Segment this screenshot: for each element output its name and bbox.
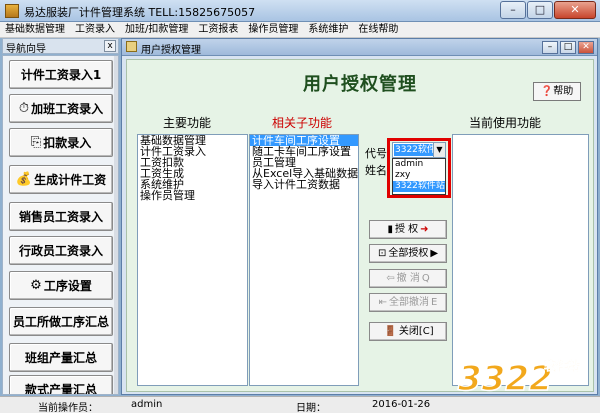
grant-icon: ▮ bbox=[387, 224, 393, 235]
nav-piece-wage-entry-button[interactable]: 计件工资录入1 bbox=[9, 60, 113, 89]
list-item[interactable]: 导入计件工资数据 bbox=[250, 179, 358, 190]
copy-icon: ⎘ bbox=[30, 135, 42, 150]
menu-operator[interactable]: 操作员管理 bbox=[243, 22, 303, 37]
app-icon bbox=[5, 4, 19, 18]
nav-style-output-summary-button[interactable]: 款式产量汇总 bbox=[9, 375, 113, 394]
main-functions-header: 主要功能 bbox=[163, 116, 212, 130]
navigator-scrollbar[interactable] bbox=[114, 56, 118, 394]
watermark-sub: 软件站 bbox=[544, 358, 580, 373]
user-auth-window: 用户授权管理 – □ ✕ 用户授权管理 ❓帮助 主要功能 相关子功能 当前使用功… bbox=[121, 38, 598, 395]
current-functions-list[interactable] bbox=[452, 134, 589, 386]
status-bar: 当前操作员： admin 日期： 2016-01-26 bbox=[0, 396, 600, 413]
help-button[interactable]: ❓帮助 bbox=[533, 82, 581, 101]
menu-online-help[interactable]: 在线帮助 bbox=[353, 22, 403, 37]
window-title: 易达服装厂计件管理系统 TELL:15825675057 bbox=[24, 6, 256, 19]
date-value: 2016-01-26 bbox=[372, 399, 431, 410]
close-button[interactable]: ✕ bbox=[554, 1, 596, 19]
arrow-right-icon: ➜ bbox=[420, 224, 429, 235]
date-label: 日期： bbox=[296, 403, 326, 413]
menu-wage-entry[interactable]: 工资录入 bbox=[70, 22, 120, 37]
nav-overtime-wage-button[interactable]: ⏱ 加班工资录入 bbox=[9, 94, 113, 123]
nav-process-settings-button[interactable]: ⚙ 工序设置 bbox=[9, 271, 113, 300]
maximize-button[interactable]: □ bbox=[527, 1, 553, 19]
child-close-button[interactable]: ✕ bbox=[578, 41, 594, 54]
menu-system[interactable]: 系统维护 bbox=[303, 22, 353, 37]
help-icon: ❓ bbox=[540, 86, 554, 97]
window-titlebar: 易达服装厂计件管理系统 TELL:15825675057 – □ ✕ bbox=[0, 0, 600, 22]
nav-deduction-button[interactable]: ⎘ 扣款录入 bbox=[9, 128, 113, 157]
current-functions-header: 当前使用功能 bbox=[469, 116, 542, 130]
nav-employee-process-summary-button[interactable]: 员工所做工序汇总 bbox=[9, 307, 113, 336]
name-label: 姓名 bbox=[365, 164, 387, 177]
sub-functions-list[interactable]: 计件车间工序设置 随工卡车间工序设置 员工管理 从Excel导入基础数据 导入计… bbox=[249, 134, 359, 386]
auth-form: 用户授权管理 ❓帮助 主要功能 相关子功能 当前使用功能 基础数据管理 计件工资… bbox=[126, 59, 594, 392]
navigator-header: 导航向导 x bbox=[2, 38, 119, 55]
revoke-all-button[interactable]: ⇤ 全部撤消 E bbox=[369, 293, 447, 312]
settings-icon: ⚙ bbox=[30, 278, 42, 293]
navigator-panel: 计件工资录入1 ⏱ 加班工资录入 ⎘ 扣款录入 💰 生成计件工资 销售员工资录入 行政… bbox=[2, 55, 119, 395]
child-maximize-button[interactable]: □ bbox=[560, 41, 576, 54]
menu-overtime[interactable]: 加班/扣款管理 bbox=[120, 22, 193, 37]
code-label: 代号 bbox=[365, 147, 387, 160]
money-bag-icon: 💰 bbox=[15, 172, 33, 187]
arrow-left-icon: ⇦ bbox=[386, 273, 395, 284]
list-item[interactable]: 操作员管理 bbox=[138, 190, 247, 201]
revoke-button[interactable]: ⇦ 撤 消Q bbox=[369, 269, 447, 288]
minimize-button[interactable]: – bbox=[500, 1, 526, 19]
watermark-logo: 3322 软件站 bbox=[457, 358, 580, 396]
nav-sales-wage-button[interactable]: 销售员工资录入 bbox=[9, 202, 113, 231]
operator-value: admin bbox=[131, 399, 163, 410]
grant-all-button[interactable]: ⊡ 全部授权 ▶ bbox=[369, 244, 447, 263]
menubar: 基础数据管理 工资录入 加班/扣款管理 工资报表 操作员管理 系统维护 在线帮助 bbox=[0, 22, 600, 38]
menu-wage-report[interactable]: 工资报表 bbox=[193, 22, 243, 37]
menu-basic-data[interactable]: 基础数据管理 bbox=[0, 22, 70, 37]
close-form-button[interactable]: 🚪 关闭[C] bbox=[369, 322, 447, 341]
door-icon: 🚪 bbox=[384, 326, 397, 337]
nav-admin-wage-button[interactable]: 行政员工资录入 bbox=[9, 236, 113, 265]
window-icon bbox=[126, 41, 137, 52]
highlight-box bbox=[387, 138, 451, 198]
nav-generate-wage-button[interactable]: 💰 生成计件工资 bbox=[9, 165, 113, 194]
page-title: 用户授权管理 bbox=[303, 74, 417, 95]
child-minimize-button[interactable]: – bbox=[542, 41, 558, 54]
navigator-title: 导航向导 bbox=[6, 44, 46, 55]
clock-icon: ⏱ bbox=[18, 101, 30, 116]
operator-label: 当前操作员： bbox=[38, 403, 98, 413]
navigator-close-button[interactable]: x bbox=[104, 40, 116, 52]
main-functions-list[interactable]: 基础数据管理 计件工资录入 工资扣款 工资生成 系统维护 操作员管理 bbox=[137, 134, 248, 386]
grant-button[interactable]: ▮ 授 权 ➜ bbox=[369, 220, 447, 239]
grant-all-icon: ⊡ bbox=[377, 248, 387, 259]
nav-team-output-summary-button[interactable]: 班组产量汇总 bbox=[9, 343, 113, 372]
forward-icon: ▶ bbox=[430, 248, 439, 259]
child-window-titlebar: 用户授权管理 – □ ✕ bbox=[122, 39, 597, 56]
sub-functions-header: 相关子功能 bbox=[272, 116, 333, 130]
back-all-icon: ⇤ bbox=[378, 297, 388, 308]
watermark-number: 3322 bbox=[458, 359, 553, 396]
child-window-title: 用户授权管理 bbox=[141, 45, 201, 56]
